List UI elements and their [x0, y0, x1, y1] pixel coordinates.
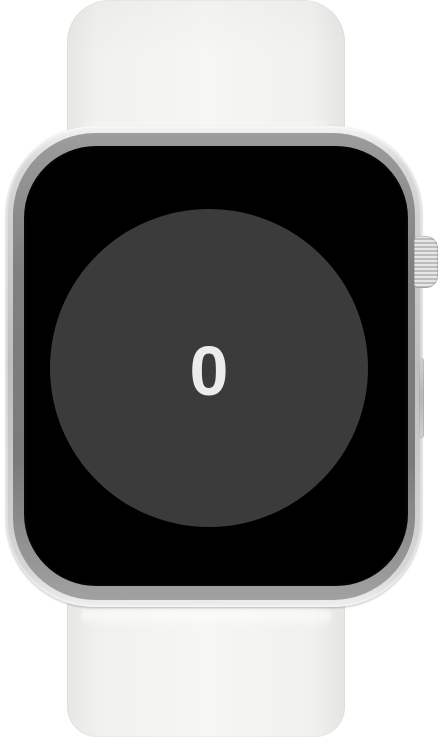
watch-screen: 0	[24, 146, 408, 586]
counter-button[interactable]: 0	[50, 209, 368, 527]
digital-crown[interactable]	[414, 236, 438, 288]
watch-scene: 0	[0, 0, 440, 737]
counter-value: 0	[189, 332, 229, 410]
side-button[interactable]	[419, 358, 424, 438]
